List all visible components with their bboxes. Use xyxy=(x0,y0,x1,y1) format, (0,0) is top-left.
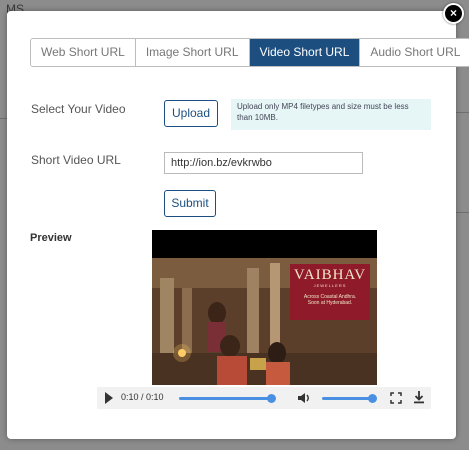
background-divider xyxy=(456,112,469,113)
background-divider xyxy=(0,118,7,119)
upload-hint: Upload only MP4 filetypes and size must … xyxy=(231,99,431,130)
video-short-url-dialog: Web Short URL Image Short URL Video Shor… xyxy=(7,11,469,439)
upload-button[interactable]: Upload xyxy=(164,100,218,127)
seek-handle[interactable] xyxy=(267,394,276,403)
short-video-url-label: Short Video URL xyxy=(31,153,121,167)
jeweller-ad-banner: VAIBHAV JEWELLERS Across Coastal Andhra.… xyxy=(290,264,370,320)
preview-label: Preview xyxy=(30,232,72,244)
close-icon[interactable]: × xyxy=(443,3,464,24)
tab-web-short-url[interactable]: Web Short URL xyxy=(31,39,136,66)
submit-button[interactable]: Submit xyxy=(164,190,216,217)
volume-icon[interactable] xyxy=(297,391,311,405)
short-url-type-tabs: Web Short URL Image Short URL Video Shor… xyxy=(30,38,469,67)
select-video-label: Select Your Video xyxy=(31,102,126,116)
video-frame: VAIBHAV JEWELLERS Across Coastal Andhra.… xyxy=(152,258,377,385)
fullscreen-icon[interactable] xyxy=(390,392,402,404)
tab-image-short-url[interactable]: Image Short URL xyxy=(135,39,250,66)
background-divider xyxy=(456,212,469,213)
ad-tagline-2: Soon at Hyderabad. xyxy=(307,300,353,306)
video-controls: 0:10 / 0:10 xyxy=(97,387,431,409)
ad-brand-text: VAIBHAV xyxy=(293,267,367,283)
tab-audio-short-url[interactable]: Audio Short URL xyxy=(360,39,469,66)
tab-video-short-url[interactable]: Video Short URL xyxy=(249,39,361,66)
short-video-url-field[interactable] xyxy=(164,152,363,174)
play-icon[interactable] xyxy=(105,392,113,404)
download-icon[interactable] xyxy=(413,390,425,404)
video-preview[interactable]: VAIBHAV JEWELLERS Across Coastal Andhra.… xyxy=(152,230,377,385)
seek-bar[interactable] xyxy=(179,397,271,400)
volume-handle[interactable] xyxy=(368,394,377,403)
time-display: 0:10 / 0:10 xyxy=(121,392,164,402)
volume-slider[interactable] xyxy=(322,397,372,400)
